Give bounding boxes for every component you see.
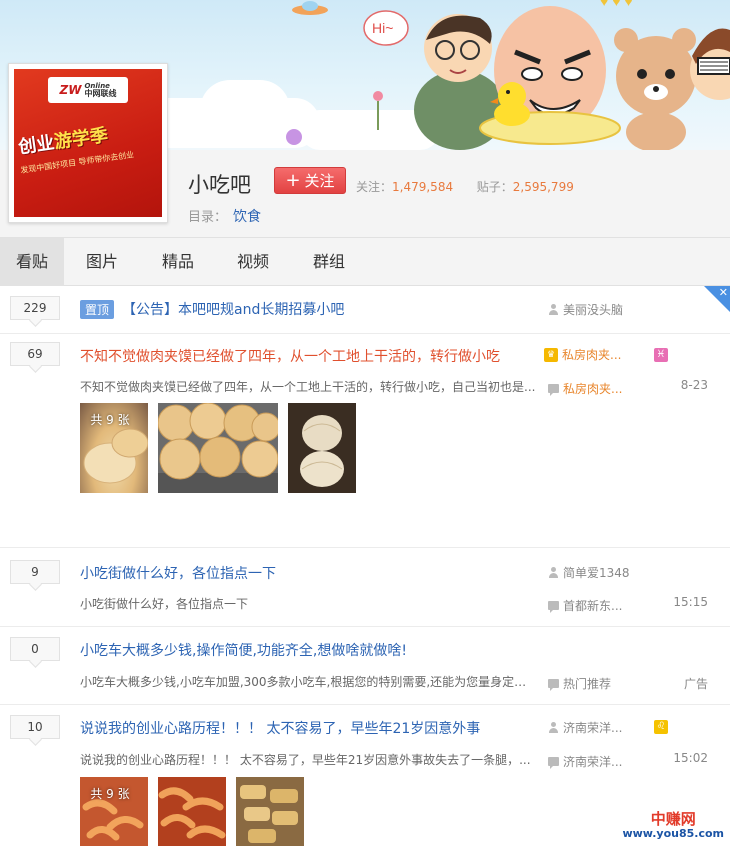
forum-stats: 关注：1,479,584 贴子：2,595,799: [356, 178, 574, 195]
last-reply-author[interactable]: 热门推荐: [548, 675, 611, 692]
logo-name-text: 中网联线: [84, 88, 117, 98]
thread-title[interactable]: 说说我的创业心路历程！！！ 太不容易了，早些年21岁因意外事: [80, 718, 480, 738]
category-label: 目录：: [188, 210, 228, 225]
watermark-name: 中赚网: [650, 810, 696, 828]
thread-time: 15:02: [673, 751, 708, 765]
thread-image[interactable]: [158, 777, 226, 846]
reply-count: 0: [10, 637, 60, 661]
followers-label: 关注：: [356, 180, 393, 194]
tab-posts[interactable]: 看贴: [0, 238, 64, 286]
site-watermark: 中赚网 www.you85.com: [622, 808, 724, 840]
reply-icon: [548, 384, 559, 396]
thread-image[interactable]: [158, 403, 278, 493]
avatar-title-b: 游学季: [52, 124, 110, 154]
fried-shrimp-image: [158, 787, 226, 839]
posts-label: 贴子：: [476, 180, 513, 194]
last-reply-name: 热门推荐: [563, 677, 612, 691]
plus-icon: +: [285, 170, 301, 191]
thread-image[interactable]: [236, 777, 304, 846]
last-reply-name: 首都新东...: [563, 599, 623, 613]
svg-text:♥ ♥ ♥: ♥ ♥ ♥: [600, 0, 633, 9]
thread-excerpt: 说说我的创业心路历程！！！ 太不容易了，早些年21岁因意外事故失去了一条腿，..…: [80, 753, 531, 767]
image-count: 共 9 张: [90, 787, 130, 801]
leo-badge-icon: ♌: [654, 720, 668, 734]
watermark-url: www.you85.com: [622, 827, 724, 840]
thread-title[interactable]: 不知不觉做肉夹馍已经做了四年，从一个工地上干活的，转行做小吃: [80, 346, 500, 366]
last-reply-author[interactable]: 济南荣洋...: [548, 753, 622, 770]
ad-label: 广告: [683, 677, 708, 691]
tab-featured[interactable]: 精品: [152, 238, 204, 286]
fried-rolls-image: [240, 785, 298, 843]
last-reply-author[interactable]: 私房肉夹...: [548, 380, 622, 397]
tab-groups[interactable]: 群组: [303, 238, 355, 286]
divider: [0, 547, 730, 548]
dough-strands-image: [300, 415, 344, 487]
divider: [0, 626, 730, 627]
tab-videos[interactable]: 视频: [227, 238, 279, 286]
author-name: 济南荣洋...: [563, 721, 623, 735]
hi-text: Hi~: [372, 20, 393, 36]
author-name: 私房肉夹...: [562, 348, 622, 362]
thread-author[interactable]: 济南荣洋...: [548, 719, 622, 736]
follow-button-label: 关注: [304, 172, 335, 190]
close-icon: ✕: [718, 286, 728, 299]
vip-icon: ♛: [544, 347, 558, 362]
forum-tabs: 看贴 图片 精品 视频 群组: [0, 238, 730, 286]
cloud-decoration: [200, 80, 290, 140]
thread-excerpt: 小吃街做什么好，各位指点一下: [80, 597, 249, 611]
followers-count: 1,479,584: [392, 180, 454, 194]
pinned-badge: 置顶: [80, 300, 115, 319]
thread-excerpt: 不知不觉做肉夹馍已经做了四年，从一个工地上干活的，转行做小吃，自己当初也是...: [80, 380, 536, 394]
author-name: 简单爱1348: [563, 566, 630, 580]
reply-count: 10: [10, 715, 60, 739]
thread-title[interactable]: 小吃车大概多少钱,操作简便,功能齐全,想做啥就做啥!: [80, 640, 407, 660]
reply-icon: [548, 757, 559, 769]
follow-button[interactable]: + 关注: [274, 167, 346, 194]
user-icon: [548, 304, 559, 315]
tab-images[interactable]: 图片: [76, 238, 128, 286]
logo-mark: ZW: [59, 83, 82, 97]
forum-avatar[interactable]: ZW Online 中网联线 创业游学季 发现中国好项目 导师带你去创业: [8, 63, 168, 223]
zhongwang-logo: ZW Online 中网联线: [48, 77, 128, 103]
thread-excerpt: 小吃车大概多少钱,小吃车加盟,300多款小吃车,根据您的特别需要,还能为您量身定…: [80, 675, 536, 689]
divider: [0, 333, 730, 334]
thread-author[interactable]: 简单爱1348: [548, 564, 630, 581]
thread-title[interactable]: 置顶 【公告】本吧吧规and长期招募小吧: [80, 299, 344, 319]
thread-title-text: 【公告】本吧吧规and长期招募小吧: [122, 302, 345, 318]
reply-icon: [548, 601, 559, 613]
reply-count: 9: [10, 560, 60, 584]
forum-name: 小吃吧: [188, 173, 251, 197]
avatar-title-a: 创业: [17, 132, 56, 159]
reply-count: 69: [10, 342, 60, 366]
reply-icon: [548, 679, 559, 691]
thread-time: 15:15: [673, 595, 708, 609]
thread-author[interactable]: 美丽没头脑: [548, 301, 623, 318]
thread-time: 8-23: [680, 378, 708, 392]
thread-image[interactable]: 共 9 张: [80, 777, 148, 846]
ufo-icon: [292, 1, 328, 15]
user-icon: [548, 567, 559, 578]
balloon-icon: [286, 129, 302, 145]
thread-image[interactable]: [288, 403, 356, 493]
last-reply-name: 私房肉夹...: [563, 382, 623, 396]
thread-image[interactable]: 共 9 张: [80, 403, 148, 493]
flatbread-tray-image: [158, 403, 278, 493]
last-reply-name: 济南荣洋...: [563, 755, 623, 769]
cartoon-characters-illustration: Hi~ ♥ ♥ ♥: [363, 0, 730, 150]
reply-count: 229: [10, 296, 60, 320]
close-corner-button[interactable]: ✕: [704, 286, 730, 312]
posts-count: 2,595,799: [512, 180, 574, 194]
image-count: 共 9 张: [90, 413, 130, 427]
thread-author[interactable]: ♛ 私房肉夹...: [544, 346, 621, 363]
thread-title[interactable]: 小吃街做什么好，各位指点一下: [80, 563, 276, 583]
category-link[interactable]: 饮食: [233, 209, 261, 225]
last-reply-author[interactable]: 首都新东...: [548, 597, 622, 614]
pisces-badge-icon: ♓: [654, 348, 668, 362]
forum-avatar-image: ZW Online 中网联线 创业游学季 发现中国好项目 导师带你去创业: [14, 69, 162, 217]
author-name: 美丽没头脑: [563, 303, 624, 317]
user-icon: [548, 722, 559, 733]
forum-category: 目录： 饮食: [188, 206, 261, 226]
divider: [0, 704, 730, 705]
